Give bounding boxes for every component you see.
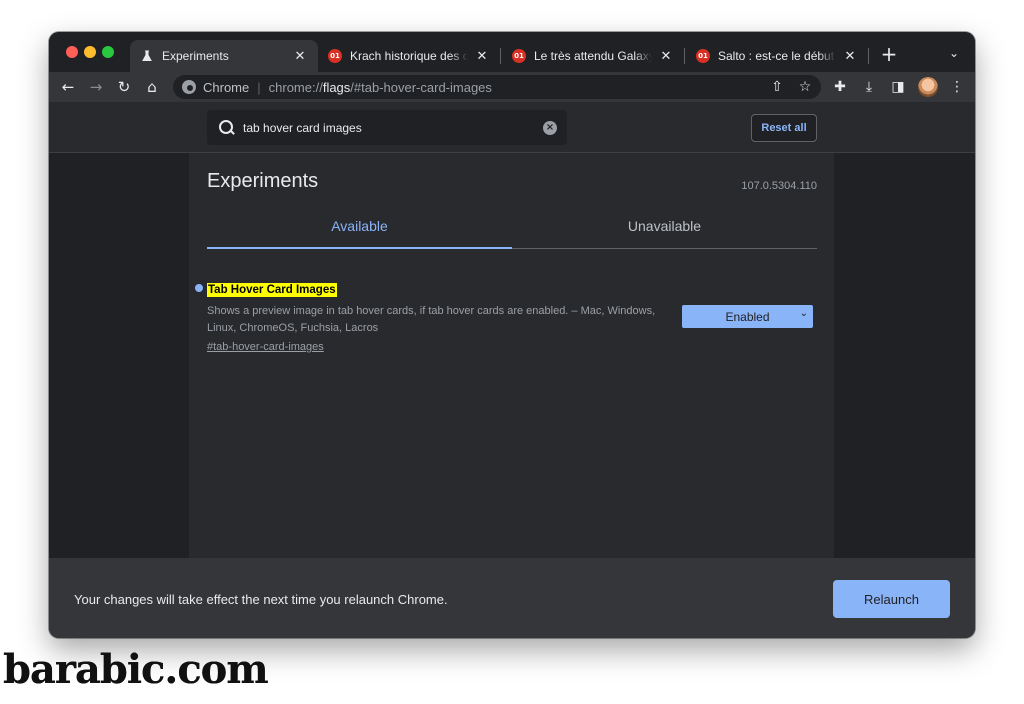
- 01net-icon: 01: [696, 49, 710, 63]
- tab-krach[interactable]: 01 Krach historique des cryptos ✕: [318, 40, 500, 72]
- url-host: flags: [322, 79, 351, 95]
- tab-separator: [868, 48, 869, 64]
- menu-kebab-icon[interactable]: ⋮: [947, 77, 967, 97]
- omnibox-divider: |: [257, 79, 261, 95]
- tab-title: Krach historique des cryptos: [350, 49, 468, 63]
- flags-tabs: Available Unavailable: [207, 208, 817, 249]
- omnibox-chip: Chrome: [203, 79, 250, 95]
- download-icon[interactable]: ⤓: [859, 77, 879, 97]
- back-button[interactable]: ←: [58, 77, 78, 97]
- close-window-button[interactable]: [66, 46, 78, 58]
- close-tab-icon[interactable]: ✕: [292, 49, 308, 64]
- flag-permalink[interactable]: #tab-hover-card-images: [207, 341, 324, 353]
- home-button[interactable]: ⌂: [142, 77, 162, 97]
- tab-title: Experiments: [162, 49, 229, 63]
- tab-search-chevron-icon[interactable]: ⌄: [945, 46, 963, 64]
- bookmark-star-icon[interactable]: ☆: [795, 77, 815, 97]
- flags-search-header: × Reset all: [49, 102, 975, 153]
- forward-button[interactable]: →: [86, 77, 106, 97]
- relaunch-message: Your changes will take effect the next t…: [74, 592, 448, 607]
- page-body: Experiments 107.0.5304.110 Available Una…: [49, 153, 975, 558]
- 01net-icon: 01: [328, 49, 342, 63]
- flag-state-select[interactable]: Enabled ⌄: [682, 305, 813, 328]
- close-tab-icon[interactable]: ✕: [474, 49, 490, 64]
- url-path: /#tab-hover-card-images: [350, 79, 492, 95]
- tab-unavailable[interactable]: Unavailable: [512, 208, 817, 248]
- flag-state-value: Enabled: [725, 309, 770, 324]
- tab-available[interactable]: Available: [207, 208, 512, 248]
- minimize-window-button[interactable]: [84, 46, 96, 58]
- reload-button[interactable]: ↻: [114, 77, 134, 97]
- page-title: Experiments: [207, 170, 319, 192]
- active-tab-indicator: [207, 247, 512, 249]
- modified-flag-dot: [195, 284, 203, 292]
- flag-entry: Tab Hover Card Images Shows a preview im…: [195, 280, 817, 355]
- url-scheme: chrome://: [268, 79, 323, 95]
- flag-description: Shows a preview image in tab hover cards…: [207, 305, 656, 334]
- zoom-window-button[interactable]: [102, 46, 114, 58]
- close-tab-icon[interactable]: ✕: [658, 49, 674, 64]
- profile-avatar[interactable]: [918, 77, 938, 97]
- tab-salto[interactable]: 01 Salto : est-ce le début de ✕: [686, 40, 868, 72]
- tab-title: Salto : est-ce le début de: [718, 49, 836, 63]
- extensions-puzzle-icon[interactable]: ✚: [830, 77, 850, 97]
- chrome-version: 107.0.5304.110: [741, 180, 817, 192]
- watermark-logo: barabic.com: [3, 646, 269, 693]
- search-input[interactable]: [243, 120, 543, 135]
- tab-title: Le très attendu Galaxy A54: [534, 49, 652, 63]
- flags-content: Experiments 107.0.5304.110 Available Una…: [189, 153, 834, 558]
- chrome-logo-icon: [182, 80, 196, 94]
- tab-strip: Experiments ✕ 01 Krach historique des cr…: [49, 32, 975, 72]
- reset-all-button[interactable]: Reset all: [751, 114, 817, 142]
- tab-separator: [684, 48, 685, 64]
- flag-name: Tab Hover Card Images: [207, 283, 337, 297]
- clear-search-icon[interactable]: ×: [543, 120, 557, 135]
- close-tab-icon[interactable]: ✕: [842, 49, 858, 64]
- tab-separator: [500, 48, 501, 64]
- chevron-down-icon: ⌄: [799, 308, 808, 319]
- flask-icon: [140, 49, 154, 63]
- search-icon: [219, 119, 235, 136]
- 01net-icon: 01: [512, 49, 526, 63]
- share-icon[interactable]: ⇧: [767, 77, 787, 97]
- search-box[interactable]: ×: [207, 110, 567, 145]
- address-bar[interactable]: Chrome | chrome://flags/#tab-hover-card-…: [173, 75, 821, 99]
- side-panel-icon[interactable]: ◨: [888, 77, 908, 97]
- browser-window: Experiments ✕ 01 Krach historique des cr…: [49, 32, 975, 638]
- tab-experiments[interactable]: Experiments ✕: [130, 40, 318, 72]
- relaunch-footer: Your changes will take effect the next t…: [49, 558, 975, 638]
- tab-galaxy[interactable]: 01 Le très attendu Galaxy A54 ✕: [502, 40, 684, 72]
- relaunch-button[interactable]: Relaunch: [833, 580, 950, 618]
- toolbar: ← → ↻ ⌂ Chrome | chrome://flags/#tab-hov…: [49, 72, 975, 102]
- new-tab-button[interactable]: +: [878, 44, 900, 66]
